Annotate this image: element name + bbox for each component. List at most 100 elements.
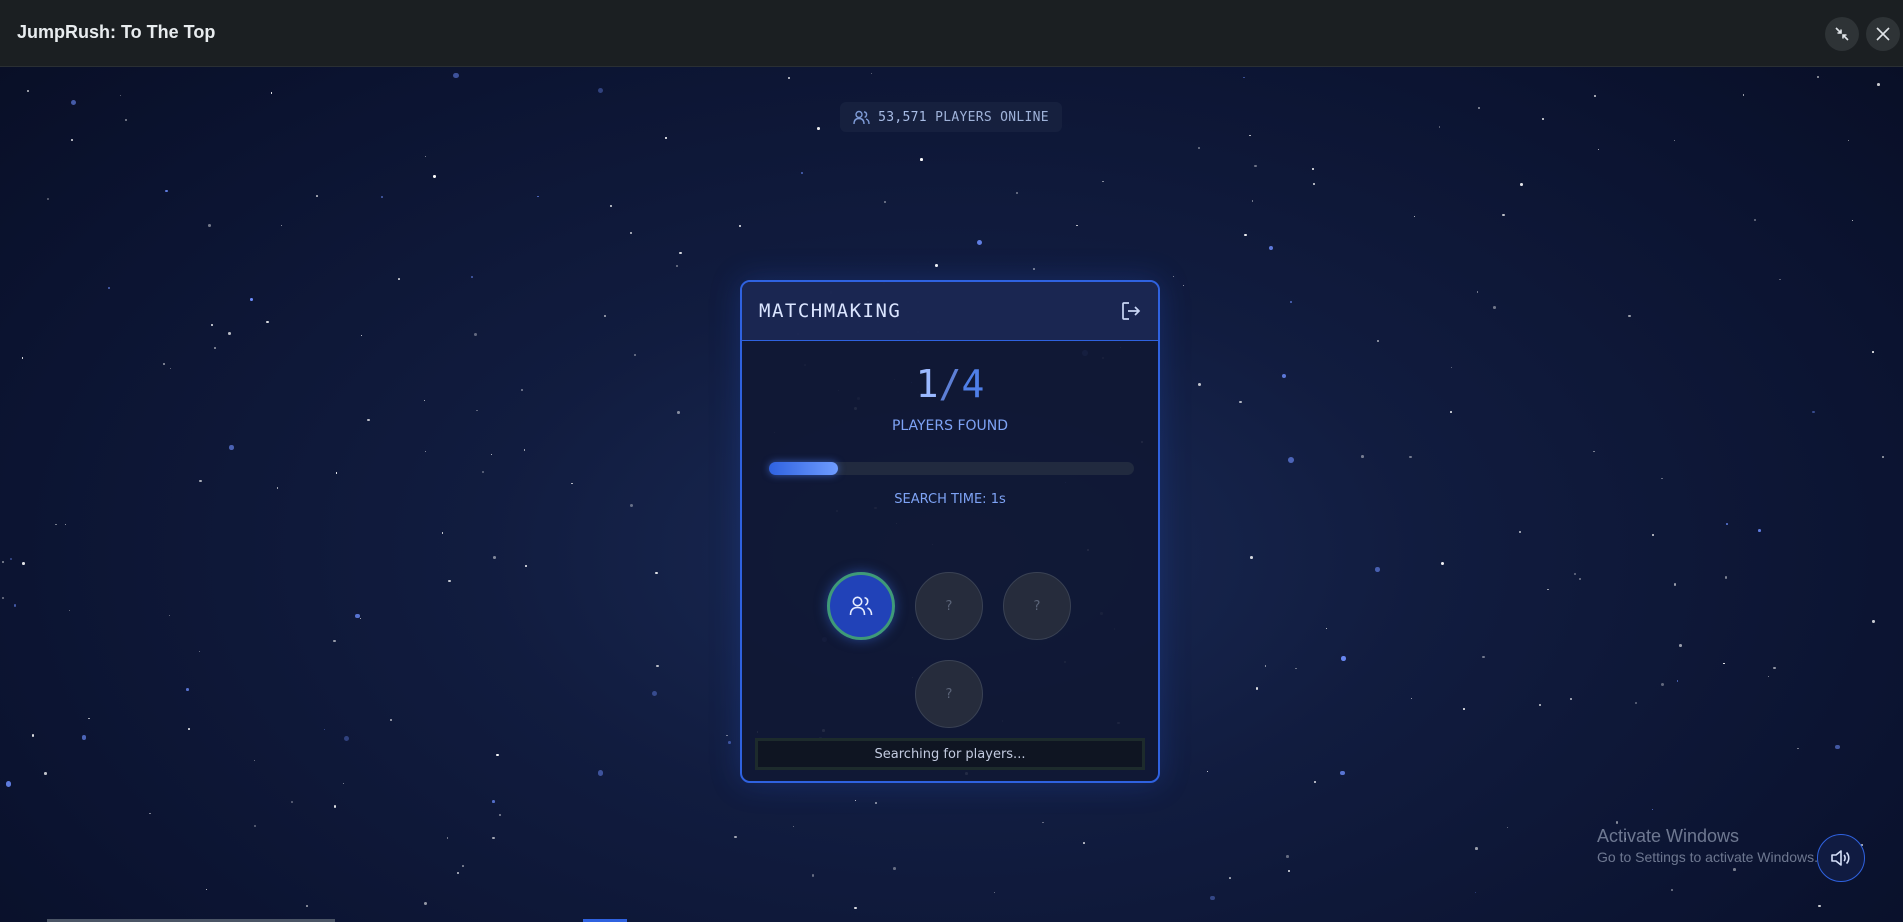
- count-separator: /: [938, 362, 962, 406]
- star: [1835, 744, 1840, 750]
- star: [13, 604, 17, 607]
- star: [977, 239, 983, 246]
- star: [1593, 450, 1595, 453]
- total-slots: 4: [961, 362, 985, 406]
- star: [920, 157, 923, 161]
- star: [1287, 869, 1291, 873]
- star: [1411, 697, 1413, 699]
- close-button[interactable]: [1866, 17, 1900, 51]
- star: [1679, 644, 1683, 648]
- star: [266, 320, 269, 324]
- star: [250, 298, 254, 302]
- star: [1414, 215, 1416, 217]
- star: [448, 579, 451, 583]
- star: [381, 196, 383, 198]
- star: [1239, 400, 1242, 404]
- player-slot-3: ?: [1003, 572, 1071, 640]
- star: [425, 450, 427, 452]
- star: [397, 277, 400, 280]
- star: [208, 224, 211, 228]
- matchmaking-header: MATCHMAKING: [742, 282, 1158, 341]
- search-progress-fill: [769, 462, 839, 475]
- search-time-label: SEARCH TIME: 1s: [894, 492, 1006, 507]
- star: [1476, 291, 1479, 294]
- users-icon: [849, 596, 873, 616]
- star: [1450, 411, 1452, 413]
- star: [324, 728, 326, 730]
- star: [1652, 533, 1655, 536]
- star: [229, 445, 234, 450]
- star: [1254, 164, 1257, 168]
- star: [119, 94, 122, 97]
- star: [633, 353, 637, 356]
- star: [82, 735, 87, 740]
- star: [1249, 134, 1251, 137]
- star: [1676, 679, 1679, 682]
- star: [316, 195, 318, 197]
- star: [816, 126, 820, 130]
- star: [571, 482, 573, 485]
- sound-toggle-button[interactable]: [1817, 834, 1865, 882]
- star: [305, 904, 308, 907]
- star: [291, 801, 293, 804]
- star: [276, 487, 279, 489]
- star: [1502, 213, 1505, 216]
- star: [55, 523, 57, 526]
- star: [21, 562, 25, 566]
- star: [5, 781, 12, 787]
- star: [787, 77, 790, 80]
- star: [1661, 478, 1663, 480]
- player-slot-2: ?: [915, 572, 983, 640]
- star: [800, 171, 804, 174]
- star: [1288, 457, 1294, 464]
- star: [1441, 562, 1445, 566]
- star: [871, 73, 873, 75]
- watermark-title: Activate Windows: [1597, 826, 1740, 846]
- star: [424, 399, 426, 401]
- empty-slot-mark: ?: [945, 686, 953, 702]
- star: [604, 314, 607, 317]
- star: [1493, 305, 1496, 309]
- star: [1724, 576, 1728, 579]
- leave-matchmaking-button[interactable]: [1118, 298, 1144, 324]
- star: [1872, 620, 1875, 623]
- star: [1634, 701, 1637, 704]
- star: [188, 728, 191, 731]
- star: [462, 865, 464, 867]
- star: [1206, 770, 1208, 773]
- star: [934, 264, 938, 268]
- star: [1817, 75, 1820, 79]
- players-online-indicator: 53,571 PLAYERS ONLINE: [840, 102, 1062, 132]
- star: [525, 564, 528, 568]
- star: [1295, 667, 1297, 670]
- star: [1573, 573, 1577, 576]
- star: [1312, 168, 1315, 171]
- star: [651, 691, 657, 697]
- star: [360, 334, 363, 337]
- star: [609, 204, 612, 207]
- star: [523, 449, 526, 451]
- star: [199, 479, 203, 483]
- star: [597, 770, 604, 776]
- players-found-label: PLAYERS FOUND: [891, 418, 1009, 434]
- star: [1182, 285, 1184, 287]
- star: [1015, 192, 1018, 194]
- star: [1661, 682, 1665, 686]
- star: [892, 866, 896, 870]
- star: [1812, 411, 1815, 414]
- star: [471, 275, 473, 278]
- watermark-subtitle: Go to Settings to activate Windows.: [1597, 849, 1818, 865]
- found-count: 1: [915, 362, 939, 406]
- star: [1882, 455, 1885, 458]
- star: [630, 503, 634, 507]
- star: [1210, 895, 1215, 901]
- star: [186, 688, 190, 692]
- star: [993, 891, 996, 893]
- star: [1569, 697, 1572, 701]
- window-title: JumpRush: To The Top: [17, 22, 216, 42]
- exit-fullscreen-button[interactable]: [1825, 17, 1859, 51]
- star: [360, 618, 362, 620]
- star: [1244, 234, 1247, 237]
- close-icon: [1876, 27, 1890, 41]
- star: [1251, 200, 1254, 202]
